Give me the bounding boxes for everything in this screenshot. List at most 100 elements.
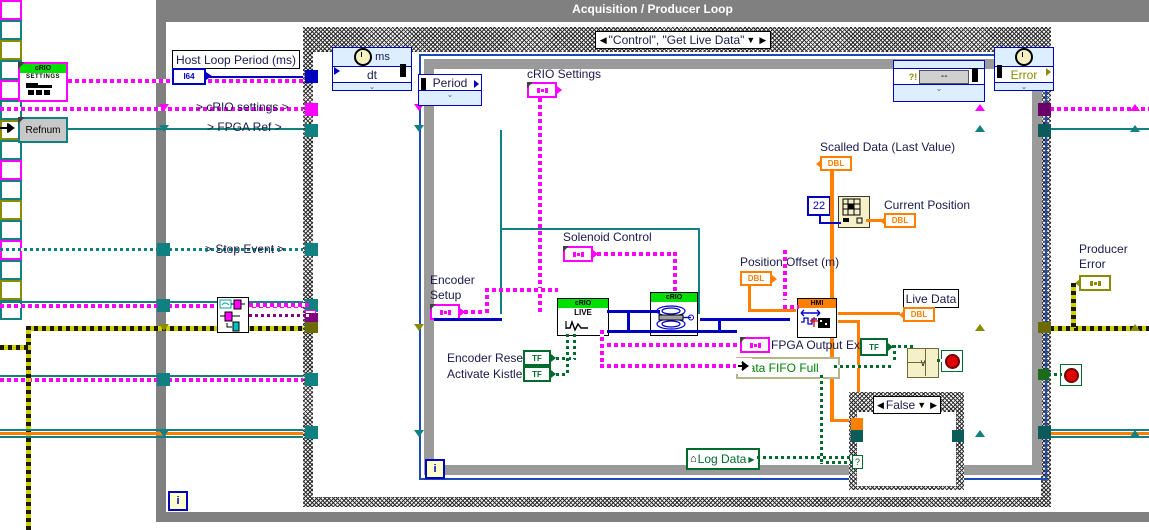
error-node[interactable]: Error ⌄ bbox=[994, 47, 1054, 91]
case-tunnel-pink-b[interactable] bbox=[305, 373, 318, 386]
solenoid-icon bbox=[656, 305, 694, 330]
case-tunnel-right-ref[interactable] bbox=[1038, 124, 1051, 137]
outer-tunnel-right-ref[interactable] bbox=[0, 260, 22, 280]
crio-settings-control[interactable]: cRIO SETTINGS bbox=[18, 62, 68, 102]
outer-tunnel-right-ref-tri bbox=[1130, 125, 1140, 132]
live-data-label-box: Live Data bbox=[903, 289, 959, 308]
crio-solenoid-header: cRIO bbox=[651, 293, 697, 302]
case-selector[interactable]: ◀ "Control", "Get Live Data" ▼ ▶ bbox=[595, 31, 771, 49]
timedloop-tunnel-ref-tri bbox=[414, 125, 424, 132]
inner-case-tunnel-teal-r[interactable] bbox=[952, 430, 964, 442]
timedloop-tunnel-right-error[interactable] bbox=[0, 200, 22, 220]
error-node-expand-chevron[interactable]: ⌄ bbox=[995, 83, 1053, 91]
period-expand-chevron[interactable]: ⌄ bbox=[419, 91, 481, 99]
position-offset-terminal[interactable]: DBL bbox=[740, 271, 772, 286]
position-offset-type: DBL bbox=[747, 274, 765, 283]
context-help-inner[interactable]: i bbox=[425, 459, 445, 479]
array-index-constant[interactable]: 22 bbox=[807, 196, 831, 216]
inner-case-tunnel-orange[interactable] bbox=[851, 418, 863, 430]
log-data-button[interactable]: ⌂ Log Data ▶ bbox=[686, 448, 760, 470]
fpga-output-label: FPGA Output bbox=[771, 338, 843, 352]
host-loop-period-terminal[interactable]: I64 bbox=[172, 68, 206, 85]
wire-error-stub bbox=[0, 345, 31, 350]
period-input-row[interactable]: Period bbox=[419, 75, 481, 91]
tunnel-fpga-ref-left[interactable] bbox=[0, 20, 22, 40]
producer-error-terminal[interactable] bbox=[1079, 275, 1111, 291]
case-tunnel-error[interactable] bbox=[305, 322, 318, 333]
case-tunnel-crio[interactable] bbox=[305, 103, 318, 116]
tunnel-crio-settings-left-tri bbox=[159, 104, 169, 111]
tunnel-error-left[interactable] bbox=[0, 40, 22, 60]
inner-case-next-arrow[interactable]: ▶ bbox=[928, 400, 939, 411]
context-help-outer-label: i bbox=[176, 495, 180, 507]
timedloop-tunnel-right-crio[interactable] bbox=[0, 160, 22, 180]
inner-case-selector[interactable]: ◀ False ▼ ▶ bbox=[873, 396, 941, 414]
live-data-terminal[interactable]: DBL bbox=[903, 307, 935, 322]
current-position-label: Current Position bbox=[884, 198, 971, 212]
wire-fpga-out-in bbox=[600, 343, 740, 347]
stop-node-inner[interactable] bbox=[941, 350, 963, 372]
display-value-row[interactable]: ?! -- bbox=[894, 68, 984, 85]
display-node-prefix: ?! bbox=[908, 71, 918, 82]
hmi-subvi[interactable]: HMI bbox=[797, 298, 837, 338]
outer-tunnel-right-error[interactable] bbox=[0, 280, 22, 300]
wire-blue-hmi-v bbox=[718, 318, 721, 332]
encoder-reset-terminal[interactable]: TF bbox=[523, 350, 551, 366]
inner-case-interior bbox=[857, 412, 956, 486]
error-node-row[interactable]: Error bbox=[995, 66, 1053, 83]
index-array-node[interactable] bbox=[838, 196, 870, 228]
scalled-data-type: DBL bbox=[827, 159, 845, 168]
cluster-glyph bbox=[536, 87, 548, 93]
array-index-value: 22 bbox=[812, 200, 826, 212]
case-tunnel-bottom[interactable] bbox=[305, 426, 318, 439]
case-tunnel-period[interactable] bbox=[305, 70, 318, 83]
or-gate-node[interactable]: ∨ bbox=[907, 348, 939, 378]
inner-case-question-mark: ? bbox=[854, 457, 860, 467]
current-position-terminal[interactable]: DBL bbox=[884, 213, 916, 228]
tunnel-stop-event-left[interactable] bbox=[157, 243, 170, 256]
wire-scaled-data-vert bbox=[830, 171, 834, 304]
page-title: Acquisition / Producer Loop bbox=[572, 2, 733, 16]
context-help-outer[interactable]: i bbox=[168, 491, 188, 511]
activate-kistler-terminal[interactable]: TF bbox=[523, 366, 551, 382]
period-node[interactable]: Period ⌄ bbox=[418, 74, 482, 106]
crio-settings-sub: SETTINGS bbox=[25, 74, 60, 80]
case-tunnel-right-bottom[interactable] bbox=[1038, 426, 1051, 439]
wire-fifo-in bbox=[600, 364, 736, 368]
timedloop-tunnel-error-tri bbox=[414, 324, 424, 331]
case-next-arrow[interactable]: ▶ bbox=[757, 35, 768, 46]
case-tunnel-stop[interactable] bbox=[305, 243, 318, 256]
wire-pink-hmi-in bbox=[783, 305, 799, 309]
timedloop-tunnel-right-ref[interactable] bbox=[0, 180, 22, 200]
fpga-output-fold bbox=[740, 337, 746, 343]
inner-case-prev-arrow[interactable]: ◀ bbox=[875, 400, 886, 411]
case-tunnel-right-crio[interactable] bbox=[1038, 103, 1051, 116]
position-offset-arrow bbox=[772, 275, 777, 283]
display-node-expand-chevron[interactable]: ⌄ bbox=[894, 85, 984, 93]
stop-node-outer[interactable] bbox=[1060, 364, 1082, 386]
block-diagram-canvas: Acquisition / Producer Loop ◀ "Control",… bbox=[0, 0, 1149, 530]
case-tunnel-right-error[interactable] bbox=[1038, 322, 1051, 333]
scalled-data-terminal[interactable]: DBL bbox=[820, 156, 852, 171]
scalled-data-label: Scalled Data (Last Value) bbox=[820, 140, 956, 154]
tunnel-crio-settings-left[interactable] bbox=[0, 0, 22, 20]
crio-settings-header: cRIO bbox=[20, 64, 66, 73]
error-display-value: -- bbox=[919, 69, 970, 84]
tunnel-bottom-left-tri bbox=[159, 430, 169, 437]
encoder-setup-fold bbox=[430, 304, 436, 310]
stop-icon-inner bbox=[944, 353, 960, 369]
tunnel-pink-left-2[interactable] bbox=[157, 373, 170, 386]
case-dropdown-arrow[interactable]: ▼ bbox=[744, 35, 757, 45]
outer-tunnel-right-bottom[interactable] bbox=[0, 300, 22, 320]
exit-terminal[interactable]: TF bbox=[860, 338, 888, 356]
timedloop-tunnel-right-bottom[interactable] bbox=[0, 220, 22, 240]
case-prev-arrow[interactable]: ◀ bbox=[598, 35, 609, 46]
tunnel-pink-left-1[interactable] bbox=[157, 299, 170, 312]
refnum-control[interactable]: Refnum bbox=[18, 117, 68, 143]
crio-settings-tunnel-fold bbox=[527, 82, 533, 88]
case-tunnel-ref[interactable] bbox=[305, 124, 318, 137]
wait-ms-expand-chevron[interactable]: ⌄ bbox=[333, 83, 411, 91]
inner-case-dropdown-arrow[interactable]: ▼ bbox=[915, 400, 928, 410]
timedloop-tunnel-bottom[interactable] bbox=[0, 140, 22, 160]
inner-case-tunnel-teal-l[interactable] bbox=[851, 430, 863, 442]
